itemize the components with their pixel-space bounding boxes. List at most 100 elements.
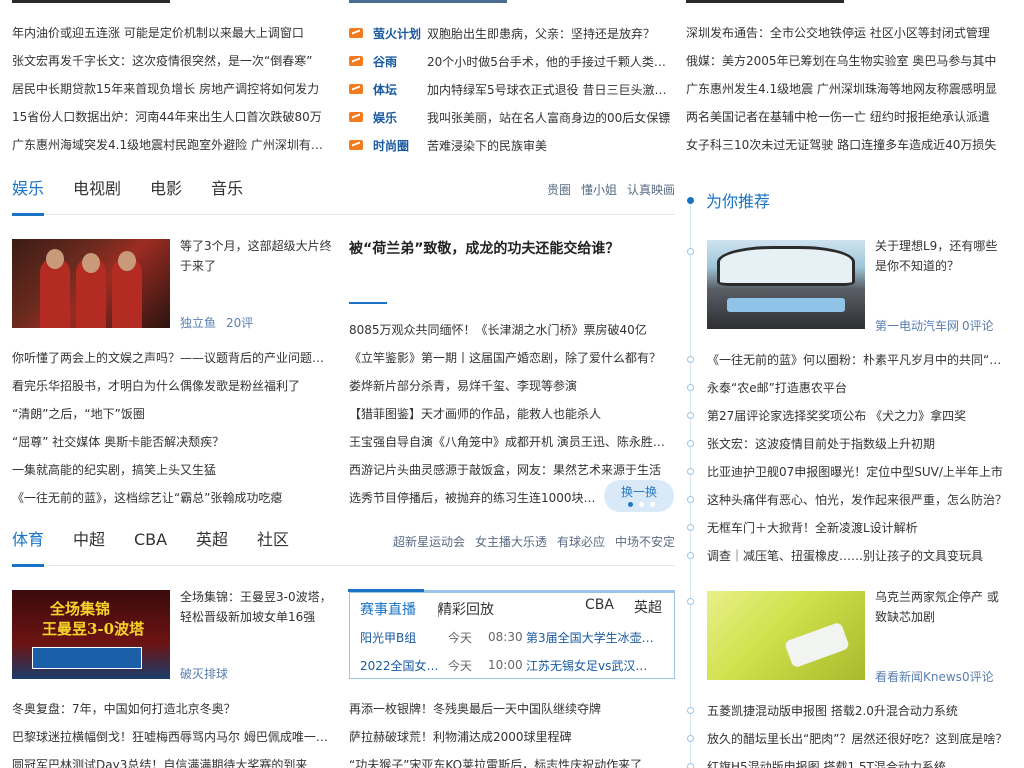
tab-csl[interactable]: 中超: [73, 530, 105, 566]
link-lottery[interactable]: 女主播大乐透: [475, 533, 547, 550]
list-item[interactable]: 一集就高能的纪实剧，搞笑上头又生猛: [12, 462, 336, 478]
news-link[interactable]: 张文宏再发千字长文：这次疫情很突然，是一次“倒春寒”: [12, 53, 332, 69]
list-item[interactable]: 五菱凯捷混动版申报图 搭载2.0升混合动力系统: [707, 703, 1012, 719]
sports-feature-image[interactable]: 全场集锦 王曼昱3-0波塔: [12, 590, 170, 679]
link-dongxiaojie[interactable]: 懂小姐: [581, 181, 617, 198]
tab-epl[interactable]: 英超: [196, 530, 228, 566]
channel-headline[interactable]: 苦难浸染下的民族审美: [427, 137, 547, 154]
list-item[interactable]: 《立竿鉴影》第一期丨这届国产婚恋剧，除了爱什么都有？: [349, 350, 665, 366]
entertainment-feature-title[interactable]: 等了3个月，这部超级大片终于来了: [180, 236, 332, 276]
link-zhongchang[interactable]: 中场不安定: [615, 533, 675, 550]
list-item[interactable]: 选秀节目停播后，被抛弃的练习生连1000块房租都交不起: [349, 490, 604, 506]
channel-row[interactable]: 体坛 加内特绿军5号球衣正式退役 昔日三巨头激动相拥: [349, 79, 675, 99]
entertainment-headline[interactable]: 被“荷兰弟”致敬，成龙的功夫还能交给谁？: [349, 238, 675, 258]
news-link[interactable]: 年内油价或迎五连涨 可能是定价机制以来最大上调窗口: [12, 25, 332, 41]
feature-source[interactable]: 看看新闻Knews: [875, 668, 962, 685]
list-item[interactable]: 8085万观众共同缅怀！《长津湖之水门桥》票房破40亿: [349, 322, 665, 338]
feature-comments[interactable]: 0评论: [962, 668, 994, 685]
channel-headline[interactable]: 20个小时做5台手术，他的手接过千颗人类的肺: [427, 53, 675, 70]
list-item[interactable]: “功夫猴子”宋亚东KO莱拉雷斯后，标志性庆祝动作来了: [349, 757, 669, 768]
ukraine-feature-title[interactable]: 乌克兰两家氖企停产 或致缺芯加剧: [875, 587, 1005, 627]
tab-entertainment[interactable]: 娱乐: [12, 179, 45, 216]
tab-live-cba[interactable]: CBA: [585, 597, 614, 613]
list-item[interactable]: 这种头痛伴有恶心、怕光，发作起来很严重，怎么防治？: [707, 492, 1012, 508]
channel-row[interactable]: 谷雨 20个小时做5台手术，他的手接过千颗人类的肺: [349, 51, 675, 71]
list-item[interactable]: 再添一枚银牌！冬残奥最后一天中国队继续夺牌: [349, 701, 669, 717]
channel-name[interactable]: 谷雨: [373, 53, 427, 70]
tab-live-epl[interactable]: 英超: [634, 597, 662, 617]
channel-row[interactable]: 时尚圈 苦难浸染下的民族审美: [349, 135, 675, 155]
sports-feature-title[interactable]: 全场集锦：王曼昱3-0波塔，轻松晋级新加坡女单16强: [180, 587, 332, 627]
match[interactable]: 江苏无锡女足vs武汉车谷江大女足: [526, 657, 656, 674]
ukraine-feature-image[interactable]: [707, 591, 865, 680]
news-link[interactable]: 深圳发布通告：全市公交地铁停运 社区小区等封闭式管理: [686, 25, 998, 41]
list-item[interactable]: 王宝强自导自演《八角笼中》成都开机 演员王迅、陈永胜等加盟: [349, 434, 665, 450]
schedule-row[interactable]: 2022全国女子冰壶锦标赛 今天 10:00 江苏无锡女足vs武汉车谷江大女足: [360, 655, 666, 675]
list-item[interactable]: 【猎菲图鉴】天才画师的作品，能救人也能杀人: [349, 406, 665, 422]
feature-comments[interactable]: 0评论: [962, 317, 994, 334]
list-item[interactable]: 无框车门＋大掀背！全新凌渡L设计解析: [707, 520, 1012, 536]
schedule-row[interactable]: 阳光甲B组 今天 08:30 第3届全国大学生冰壶锦标赛: [360, 627, 666, 647]
list-item[interactable]: 张文宏：这波疫情目前处于指数级上升初期: [707, 436, 1012, 452]
top-thumb-right[interactable]: [686, 0, 844, 3]
tab-replay[interactable]: 精彩回放: [438, 599, 494, 619]
link-guiquan[interactable]: 贵圈: [547, 181, 571, 198]
news-link[interactable]: 俄媒：美方2005年已筹划在乌生物实验室 奥巴马参与其中: [686, 53, 998, 69]
list-item[interactable]: 红旗H5混动版申报图 搭载1.5T混合动力系统: [707, 759, 1012, 768]
swap-button[interactable]: 换一换: [604, 480, 674, 512]
car-feature-image[interactable]: [707, 240, 865, 329]
news-link[interactable]: 两名美国记者在基辅中枪一伤一亡 纽约时报拒绝承认派遣: [686, 109, 998, 125]
tab-tv[interactable]: 电视剧: [73, 179, 121, 215]
tab-live[interactable]: 赛事直播: [348, 589, 424, 619]
list-item[interactable]: 娄烨新片部分杀青，易烊千玺、李现等参演: [349, 378, 665, 394]
channel-headline[interactable]: 我叫张美丽，站在名人富商身边的00后女保镖: [427, 109, 670, 126]
list-item[interactable]: “清朗”之后，“地下”饭圈: [12, 406, 336, 422]
list-item[interactable]: 看完乐华招股书，才明白为什么偶像发歌是粉丝福利了: [12, 378, 336, 394]
list-item[interactable]: 西游记片头曲灵感源于敲饭盒，网友：果然艺术来源于生活: [349, 462, 665, 478]
tab-music[interactable]: 音乐: [211, 179, 243, 215]
list-item[interactable]: 调查｜减压笔、扭蛋橡皮……别让孩子的文具变玩具: [707, 548, 1012, 564]
entertainment-feature-image[interactable]: [12, 239, 170, 328]
car-feature-title[interactable]: 关于理想L9，还有哪些是你不知道的？: [875, 236, 1005, 276]
list-item[interactable]: “屈尊” 社交媒体 奥斯卡能否解决颓疾？: [12, 434, 336, 450]
news-link[interactable]: 居民中长期贷款15年来首现负增长 房地产调控将如何发力: [12, 81, 332, 97]
feature-source[interactable]: 独立鱼: [180, 314, 216, 331]
list-item[interactable]: 《一往无前的蓝》何以圈粉：朴素平凡岁月中的共同“燃点”: [707, 352, 1012, 368]
list-item[interactable]: 第27届评论家选择奖奖项公布 《犬之力》拿四奖: [707, 408, 1012, 424]
news-link[interactable]: 广东惠州海域突发4.1级地震村民跑室外避险 广州深圳有震感: [12, 137, 332, 153]
feature-comments[interactable]: 20评: [226, 314, 253, 331]
list-item[interactable]: 巴黎球迷拉横幅倒戈！狂嘘梅西辱骂内马尔 姆巴佩成唯一被保护者: [12, 729, 332, 745]
feature-source[interactable]: 第一电动汽车网: [875, 317, 959, 334]
tab-cba[interactable]: CBA: [134, 530, 167, 566]
tab-movie[interactable]: 电影: [150, 179, 182, 215]
channel-row[interactable]: 萤火计划 双胞胎出生即患病，父亲：坚持还是放弃？: [349, 23, 675, 43]
link-supernova[interactable]: 超新星运动会: [393, 533, 465, 550]
channel-headline[interactable]: 加内特绿军5号球衣正式退役 昔日三巨头激动相拥: [427, 81, 675, 98]
channel-headline[interactable]: 双胞胎出生即患病，父亲：坚持还是放弃？: [427, 25, 655, 42]
list-item[interactable]: 永泰“农e邮”打造惠农平台: [707, 380, 1012, 396]
list-item[interactable]: 比亚迪护卫舰07申报图曝光！定位中型SUV/上半年上市: [707, 464, 1012, 480]
list-item[interactable]: 冬奥复盘：7年，中国如何打造北京冬奥？: [12, 701, 332, 717]
top-thumb-mid[interactable]: [349, 0, 507, 3]
channel-row[interactable]: 娱乐 我叫张美丽，站在名人富商身边的00后女保镖: [349, 107, 675, 127]
list-item[interactable]: 你听懂了两会上的文娱之声吗？——议题背后的产业问题与思考: [12, 350, 336, 366]
tab-community[interactable]: 社区: [257, 530, 289, 566]
news-link[interactable]: 广东惠州发生4.1级地震 广州深圳珠海等地网友称震感明显: [686, 81, 998, 97]
channel-name[interactable]: 萤火计划: [373, 25, 427, 42]
channel-name[interactable]: 时尚圈: [373, 137, 427, 154]
link-youqiubiying[interactable]: 有球必应: [557, 533, 605, 550]
entertainment-links: 贵圈 懂小姐 认真映画: [547, 181, 675, 198]
list-item[interactable]: 放久的醋坛里长出“肥肉”？居然还很好吃？这到底是啥？: [707, 731, 1012, 747]
channel-name[interactable]: 体坛: [373, 81, 427, 98]
link-renzhenyinghua[interactable]: 认真映画: [627, 181, 675, 198]
list-item[interactable]: 《一往无前的蓝》，这档综艺让“霸总”张翰成功吃瘪: [12, 490, 336, 506]
channel-name[interactable]: 娱乐: [373, 109, 427, 126]
tab-sports[interactable]: 体育: [12, 530, 45, 567]
list-item[interactable]: 圆冠军巴林测试Day3总结！自信满满期待大奖赛的到来: [12, 757, 332, 768]
list-item[interactable]: 萨拉赫破球荒！利物浦达成2000球里程碑: [349, 729, 669, 745]
feature-source[interactable]: 破灭排球: [180, 665, 228, 682]
news-link[interactable]: 15省份人口数据出炉：河南44年来出生人口首次跌破80万: [12, 109, 332, 125]
top-thumb-left[interactable]: [12, 0, 170, 3]
news-link[interactable]: 女子科三10次未过无证驾驶 路口连撞多车造成近40万损失: [686, 137, 998, 153]
match[interactable]: 第3届全国大学生冰壶锦标赛: [526, 629, 656, 646]
